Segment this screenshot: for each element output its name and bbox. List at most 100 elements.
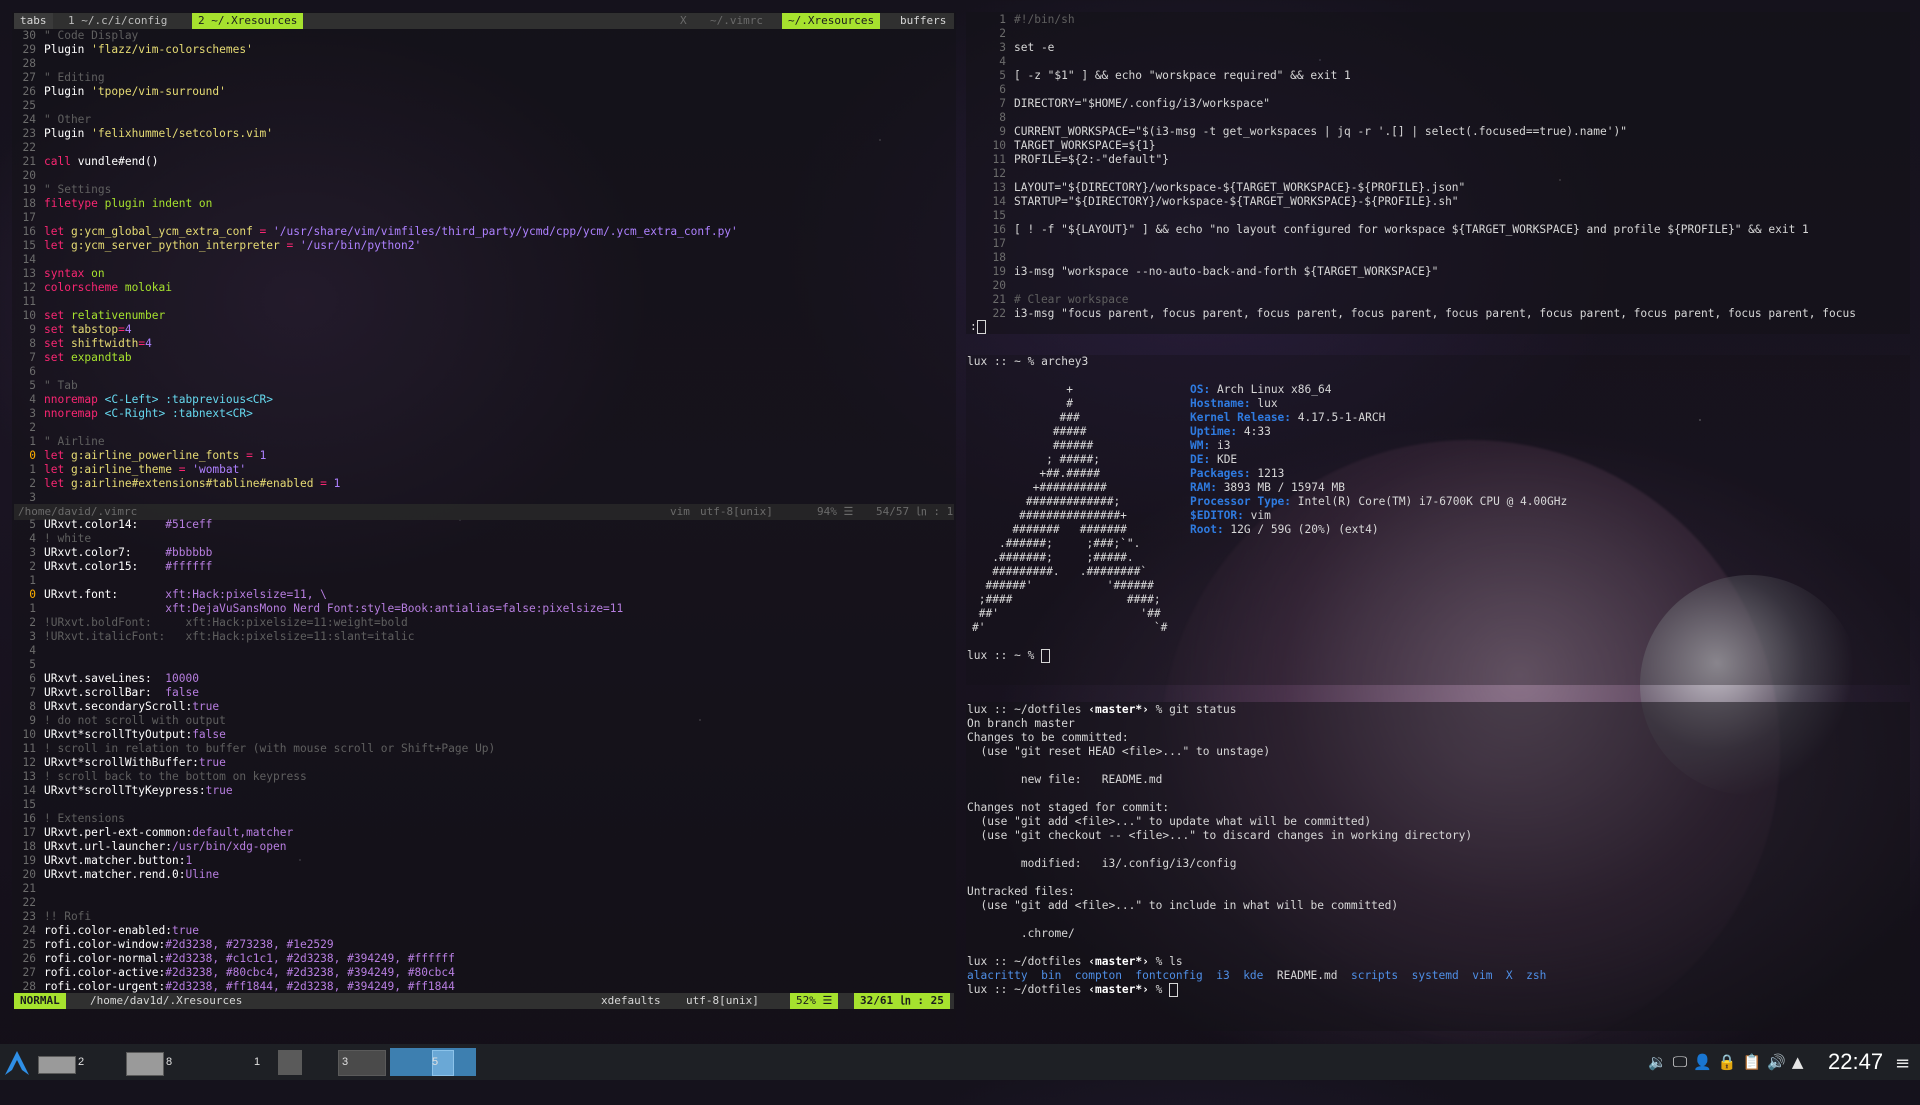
code-line: 22 i3-msg "focus parent, focus parent, fo… — [966, 307, 1910, 321]
buffer-xresources[interactable]: ~/.Xresources — [782, 13, 881, 29]
code-line: 6 — [966, 83, 1910, 97]
logo-line: #########. .########` — [972, 565, 1148, 578]
code-line: 15 — [14, 798, 954, 812]
logo-line: +########## — [972, 481, 1107, 494]
code-value: 4 — [124, 323, 132, 336]
archey-terminal-window[interactable]: lux :: ~ % archey3 + # ### ##### ###### … — [966, 355, 1910, 685]
xresources-editor-pane[interactable]: 5 URxvt.color14: #51ceff 4 ! white 3 URxvt.co… — [14, 518, 954, 994]
code-mapping: <C-Left> :tabprevious<CR> — [97, 393, 274, 406]
script-cmdline[interactable]: : — [970, 320, 986, 334]
desktop-number: 3 — [342, 1056, 349, 1068]
line-number: 0 — [29, 449, 36, 462]
info-value: 4:33 — [1243, 425, 1271, 438]
comment-text: " Settings — [44, 183, 112, 196]
code-identifier: g:airline_powerline_fonts — [64, 449, 247, 462]
code-line: 1 xft:DejaVuSansMono Nerd Font:style=Boo… — [14, 602, 954, 616]
desktop-thumbnail — [278, 1062, 302, 1075]
code-argument: plugin indent on — [97, 197, 213, 210]
tabline-close-x[interactable]: X — [674, 13, 693, 29]
logo-line: ##### — [972, 425, 1087, 438]
line-number: 8 — [29, 337, 36, 350]
tab-config[interactable]: 1 ~/.c/i/config — [62, 13, 173, 29]
line-number: 6 — [999, 83, 1006, 96]
info-label: $EDITOR: — [1190, 509, 1251, 522]
code-line: 11 PROFILE=${2:-"default"} — [966, 153, 1910, 167]
logo-line: ;#### ####; — [972, 593, 1161, 606]
line-number: 21 — [992, 293, 1006, 306]
info-label: WM: — [1190, 439, 1217, 452]
line-number: 1 — [29, 602, 36, 615]
cmdline-cursor — [976, 320, 986, 334]
archey-prompt: lux :: ~ % archey3 — [967, 355, 1089, 368]
expand-tray-icon[interactable]: ▲ — [1792, 1053, 1804, 1071]
speaker-icon[interactable]: 🔉 — [1648, 1053, 1667, 1071]
code-line: 27 " Editing — [14, 71, 954, 85]
tab-xresources[interactable]: 2 ~/.Xresources — [192, 13, 304, 29]
prompt-branch: ‹master*› — [1088, 983, 1149, 996]
clock[interactable]: 22:47 — [1828, 1049, 1883, 1075]
desktop-pager-3[interactable]: 1 — [252, 1048, 304, 1076]
code-string: 'tpope/vim-surround' — [91, 85, 226, 98]
code-line: 3 nnoremap <C-Right> :tabnext<CR> — [14, 407, 954, 421]
code-line: 1 " Airline — [14, 435, 954, 449]
lock-icon[interactable]: 🔒 — [1718, 1053, 1737, 1071]
line-number: 2 — [29, 421, 36, 434]
git-modified-file: modified: i3/.config/i3/config — [967, 857, 1560, 871]
line-number: 16 — [992, 223, 1006, 236]
code-line: 12 URxvt*scrollWithBuffer:true — [14, 756, 954, 770]
line-number: 7 — [999, 97, 1006, 110]
resource-key — [44, 602, 165, 615]
code-line: 20 URxvt.matcher.rend.0:Uline — [14, 868, 954, 882]
display-icon[interactable]: 🖵 — [1673, 1053, 1687, 1071]
vimrc-editor-pane[interactable]: 30 " Code Display 29 Plugin 'flazz/vim-colo… — [14, 29, 954, 505]
code-keyword: set — [44, 309, 65, 322]
hamburger-menu-icon[interactable]: ≡ — [1895, 1053, 1910, 1074]
code-string: 'flazz/vim-colorschemes' — [91, 43, 253, 56]
desktop-pager-1[interactable]: 2 — [36, 1048, 84, 1076]
code-keyword: Plugin — [44, 85, 92, 98]
desktop-pager-2[interactable]: 8 — [124, 1048, 180, 1076]
prompt-text: lux :: ~ % — [967, 649, 1042, 662]
script-editor-window[interactable]: 1 #!/bin/sh 2 3 set -e 4 5 [ -z "$1" ] && echo … — [966, 12, 1910, 334]
code-text: [ -z "$1" ] && echo "worskpace required"… — [1014, 69, 1351, 82]
clipboard-icon[interactable]: 📋 — [1743, 1053, 1762, 1071]
code-line: 24 " Other — [14, 113, 954, 127]
code-string: 'felixhummel/setcolors.vim' — [91, 127, 274, 140]
resource-key — [44, 574, 165, 587]
code-keyword: set — [44, 323, 65, 336]
code-line: 8 — [966, 111, 1910, 125]
code-line: 3 set -e — [966, 41, 1910, 55]
resource-key: rofi.color-urgent: — [44, 980, 166, 993]
xresources-path: /home/dav1d/.Xresources — [90, 994, 243, 1007]
git-prompt-3[interactable]: lux :: ~/dotfiles ‹master*› % — [967, 983, 1560, 997]
volume-icon[interactable]: 🔊 — [1767, 1053, 1786, 1071]
info-label: Hostname: — [1190, 397, 1258, 410]
code-line: 5 [ -z "$1" ] && echo "worskpace required… — [966, 69, 1910, 83]
desktop-pager-5-active[interactable]: 5 — [390, 1048, 476, 1076]
code-text: set -e — [1014, 41, 1055, 54]
code-operator: = — [320, 477, 327, 490]
line-number: 20 — [22, 169, 36, 182]
git-terminal-window[interactable]: lux :: ~/dotfiles ‹master*› % git status… — [966, 702, 1910, 1031]
line-number: 1 — [29, 435, 36, 448]
code-text: TARGET_WORKSPACE=${1} — [1014, 139, 1156, 152]
line-number: 3 — [29, 630, 36, 643]
line-number: 7 — [29, 686, 36, 699]
line-number: 2 — [29, 560, 36, 573]
archey-prompt-2[interactable]: lux :: ~ % — [967, 649, 1051, 663]
resource-key: URxvt.matcher.button: — [44, 854, 186, 867]
code-text: [ ! -f "${LAYOUT}" ] && echo "no layout … — [1014, 223, 1809, 236]
arch-launcher-icon[interactable] — [4, 1050, 30, 1076]
code-line: 12 colorscheme molokai — [14, 281, 954, 295]
system-tray: 🔉 🖵 👤 🔒 📋 🔊 ▲ — [1648, 1044, 1803, 1080]
line-number: 4 — [999, 55, 1006, 68]
code-line: 10 set relativenumber — [14, 309, 954, 323]
resource-key — [44, 896, 165, 909]
desktop-pager-4[interactable]: 3 — [338, 1048, 388, 1076]
code-line: 24 rofi.color-enabled:true — [14, 924, 954, 938]
resource-value: 1 — [185, 854, 193, 867]
resource-key: URxvt*scrollTtyKeypress: — [44, 784, 206, 797]
user-icon[interactable]: 👤 — [1693, 1053, 1712, 1071]
code-value: 4 — [145, 337, 152, 350]
buffer-vimrc[interactable]: ~/.vimrc — [704, 13, 769, 29]
